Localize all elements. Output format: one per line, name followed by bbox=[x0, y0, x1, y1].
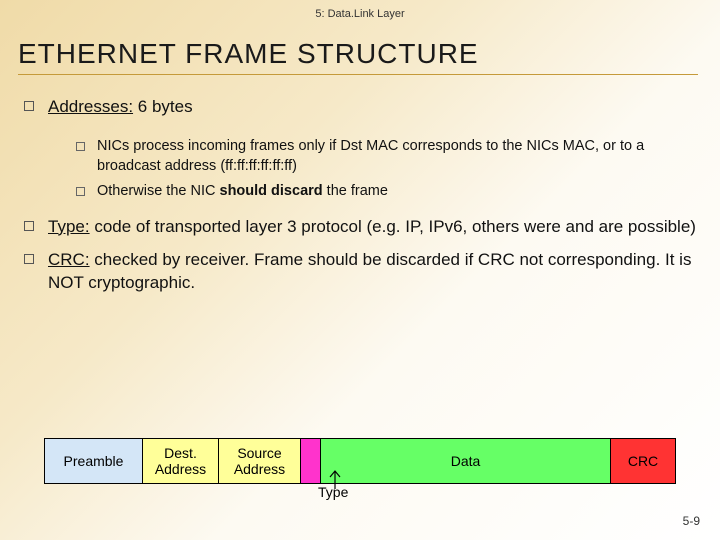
page-title: ETHERNET FRAME STRUCTURE bbox=[18, 38, 702, 70]
frame-field-type bbox=[301, 439, 321, 483]
bullet-text: Addresses: 6 bytes bbox=[48, 96, 696, 119]
addresses-value: 6 bytes bbox=[133, 97, 193, 116]
subbullet-discard: Otherwise the NIC should discard the fra… bbox=[76, 182, 696, 202]
square-bullet-icon bbox=[76, 187, 85, 196]
square-bullet-icon bbox=[24, 254, 34, 264]
frame-field-data: Data bbox=[321, 439, 611, 483]
frame-field-source-address: Source Address bbox=[219, 439, 301, 483]
ethernet-frame-figure: Preamble Dest. Address Source Address Da… bbox=[44, 438, 676, 484]
frame-field-crc: CRC bbox=[611, 439, 675, 483]
bullet-addresses: Addresses: 6 bytes bbox=[24, 96, 696, 119]
title-underline bbox=[18, 74, 698, 75]
square-bullet-icon bbox=[76, 142, 85, 151]
subbullet-text: NICs process incoming frames only if Dst… bbox=[97, 137, 696, 176]
frame-field-dest-address: Dest. Address bbox=[143, 439, 219, 483]
slide: 5: Data.Link Layer ETHERNET FRAME STRUCT… bbox=[0, 0, 720, 540]
addresses-label: Addresses: bbox=[48, 97, 133, 116]
chapter-label: 5: Data.Link Layer bbox=[0, 8, 720, 20]
bullet-type: Type: code of transported layer 3 protoc… bbox=[24, 216, 696, 239]
page-number: 5-9 bbox=[683, 514, 700, 528]
frame-field-preamble: Preamble bbox=[45, 439, 143, 483]
bullet-text: Type: code of transported layer 3 protoc… bbox=[48, 216, 696, 239]
bullet-text: CRC: checked by receiver. Frame should b… bbox=[48, 249, 696, 295]
subbullet-nic-process: NICs process incoming frames only if Dst… bbox=[76, 137, 696, 176]
bullet-crc: CRC: checked by receiver. Frame should b… bbox=[24, 249, 696, 295]
frame-row: Preamble Dest. Address Source Address Da… bbox=[44, 438, 676, 484]
title-block: ETHERNET FRAME STRUCTURE bbox=[18, 38, 702, 75]
square-bullet-icon bbox=[24, 221, 34, 231]
square-bullet-icon bbox=[24, 101, 34, 111]
subbullet-text: Otherwise the NIC should discard the fra… bbox=[97, 182, 696, 202]
content-area: Addresses: 6 bytes NICs process incoming… bbox=[24, 96, 696, 304]
frame-type-label: Type bbox=[318, 484, 348, 500]
